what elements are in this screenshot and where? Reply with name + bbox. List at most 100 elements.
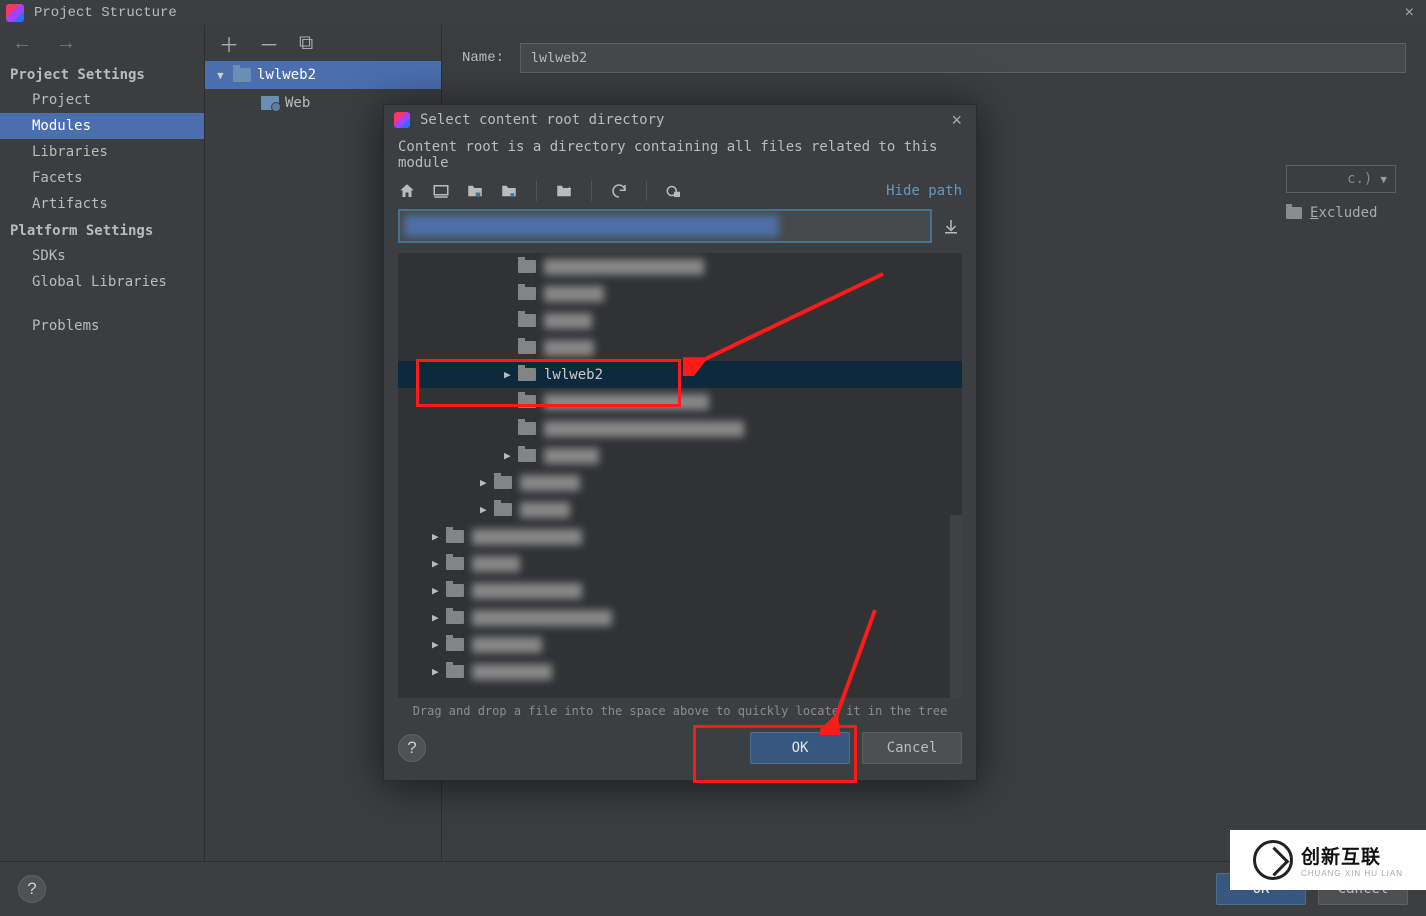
nav-history: ← → (0, 25, 204, 61)
excluded-marker[interactable]: Excluded (1286, 205, 1396, 221)
tree-row[interactable]: ▶ (398, 577, 962, 604)
tree-row[interactable]: ▶ (398, 631, 962, 658)
folder-icon (518, 422, 536, 435)
history-icon[interactable] (940, 209, 962, 243)
folder-icon (518, 395, 536, 408)
watermark: 创新互联 CHUANG XIN HU LIAN (1230, 830, 1426, 890)
tree-row[interactable]: ▶lwlweb2 (398, 361, 962, 388)
tree-item-label-blurred (544, 340, 594, 356)
folder-icon (1286, 207, 1302, 219)
tree-item-label-blurred (472, 583, 582, 599)
module-dir-icon[interactable] (500, 182, 518, 200)
dialog-description: Content root is a directory containing a… (384, 135, 976, 181)
scrollbar[interactable] (950, 515, 962, 698)
home-icon[interactable] (398, 182, 416, 200)
folder-icon (518, 341, 536, 354)
add-icon[interactable]: ＋ (219, 29, 239, 58)
dialog-ok-button[interactable]: OK (750, 732, 850, 764)
expand-arrow-icon[interactable]: ▶ (504, 368, 518, 381)
window-title: Project Structure (34, 5, 177, 21)
select-content-root-dialog: Select content root directory × Content … (383, 104, 977, 781)
module-folder-icon (233, 68, 251, 82)
sidebar-item-sdks[interactable]: SDKs (0, 243, 204, 269)
tree-item-label-blurred (544, 421, 744, 437)
tree-row[interactable] (398, 280, 962, 307)
module-toolbar: ＋ － ⧉ (205, 25, 441, 61)
tree-row[interactable] (398, 415, 962, 442)
expand-arrow-icon[interactable]: ▶ (432, 611, 446, 624)
combo-text: c.) (1347, 171, 1372, 187)
watermark-text-en: CHUANG XIN HU LIAN (1301, 869, 1403, 878)
remove-icon[interactable]: － (259, 29, 279, 58)
expand-arrow-icon[interactable]: ▶ (432, 557, 446, 570)
close-icon[interactable]: × (1399, 4, 1420, 22)
tree-row[interactable]: ▶ (398, 469, 962, 496)
expand-arrow-icon[interactable]: ▶ (504, 449, 518, 462)
project-dir-icon[interactable] (466, 182, 484, 200)
folder-icon (518, 260, 536, 273)
refresh-icon[interactable] (610, 182, 628, 200)
back-icon[interactable]: ← (12, 32, 32, 55)
window-titlebar: Project Structure × (0, 0, 1426, 25)
watermark-text-cn: 创新互联 (1301, 842, 1403, 869)
partial-combo[interactable]: c.) ▼ (1286, 165, 1396, 193)
module-name-input[interactable] (520, 43, 1406, 73)
expand-arrow-icon[interactable]: ▶ (432, 530, 446, 543)
sidebar-item-project[interactable]: Project (0, 87, 204, 113)
expand-arrow-icon[interactable]: ▶ (432, 638, 446, 651)
tree-row[interactable]: ▶ (398, 523, 962, 550)
folder-icon (446, 557, 464, 570)
dialog-toolbar: + Hide path (384, 181, 976, 209)
tree-row[interactable]: ▶ (398, 442, 962, 469)
path-input[interactable] (398, 209, 932, 243)
tree-row[interactable] (398, 334, 962, 361)
sidebar-section-project: Project Settings (0, 61, 204, 87)
dialog-cancel-button[interactable]: Cancel (862, 732, 962, 764)
tree-row[interactable] (398, 388, 962, 415)
sidebar-item-facets[interactable]: Facets (0, 165, 204, 191)
web-facet-icon (261, 96, 279, 110)
desktop-icon[interactable] (432, 182, 450, 200)
help-button[interactable]: ? (18, 875, 46, 903)
tree-item-label-blurred (472, 529, 582, 545)
copy-icon[interactable]: ⧉ (299, 32, 313, 55)
directory-tree[interactable]: ▶lwlweb2▶▶▶▶▶▶▶▶▶ (398, 253, 962, 698)
app-logo-icon (6, 4, 24, 22)
help-button[interactable]: ? (398, 734, 426, 762)
new-folder-icon[interactable]: + (555, 182, 573, 200)
tree-row[interactable]: ▶ (398, 550, 962, 577)
sidebar-item-modules[interactable]: Modules (0, 113, 204, 139)
tree-item-label-blurred (544, 448, 599, 464)
tree-row[interactable]: ▶ (398, 658, 962, 685)
tree-item-label-blurred (472, 637, 542, 653)
folder-icon (446, 638, 464, 651)
facet-name: Web (285, 95, 310, 111)
sidebar-item-global-libraries[interactable]: Global Libraries (0, 269, 204, 295)
hide-path-link[interactable]: Hide path (886, 183, 962, 199)
expand-arrow-icon[interactable]: ▶ (432, 665, 446, 678)
module-name: lwlweb2 (257, 67, 316, 83)
sidebar-item-problems[interactable]: Problems (0, 313, 204, 339)
expand-arrow-icon[interactable]: ▶ (432, 584, 446, 597)
tree-row[interactable]: ▶ (398, 604, 962, 631)
folder-icon (494, 503, 512, 516)
close-icon[interactable]: × (947, 110, 966, 131)
folder-icon (446, 530, 464, 543)
tree-row[interactable]: ▶ (398, 496, 962, 523)
expand-arrow-icon[interactable]: ▼ (217, 69, 233, 82)
dialog-title: Select content root directory (420, 112, 664, 128)
tree-row[interactable] (398, 253, 962, 280)
folder-icon (446, 611, 464, 624)
expand-arrow-icon[interactable]: ▶ (480, 503, 494, 516)
sidebar-item-libraries[interactable]: Libraries (0, 139, 204, 165)
show-hidden-icon[interactable] (665, 182, 683, 200)
name-row: Name: (462, 43, 1406, 73)
folder-icon (494, 476, 512, 489)
forward-icon[interactable]: → (56, 32, 76, 55)
tree-row[interactable] (398, 307, 962, 334)
module-tree-root[interactable]: ▼ lwlweb2 (205, 61, 441, 89)
sidebar-item-artifacts[interactable]: Artifacts (0, 191, 204, 217)
name-label: Name: (462, 50, 504, 66)
expand-arrow-icon[interactable]: ▶ (480, 476, 494, 489)
watermark-logo-icon (1253, 840, 1293, 880)
